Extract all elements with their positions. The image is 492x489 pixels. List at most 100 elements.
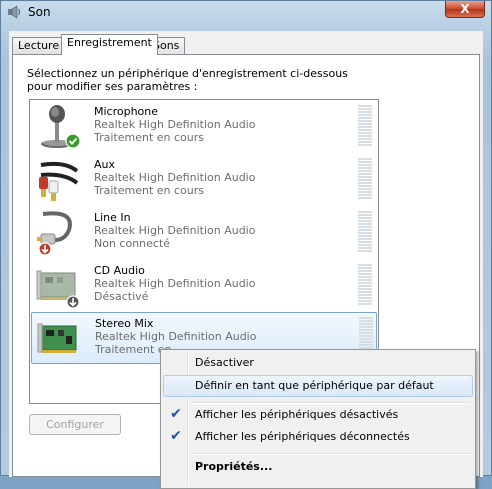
device-status: Non connecté <box>94 237 171 250</box>
meter-segment <box>359 320 373 322</box>
meter-segment <box>358 235 372 237</box>
meter-segment <box>358 214 372 216</box>
device-item-microphone[interactable]: Microphone Realtek High Definition Audio… <box>31 101 377 153</box>
meter-segment <box>358 229 372 231</box>
device-name: Microphone <box>94 105 159 118</box>
window-title: Son <box>28 5 51 19</box>
sound-card-icon <box>37 323 77 353</box>
title-bar[interactable]: Son X <box>1 1 491 25</box>
menu-item-label: Définir en tant que périphérique par déf… <box>195 379 434 392</box>
level-meter <box>358 158 372 202</box>
meter-segment <box>358 179 372 181</box>
jack-cable-icon <box>37 211 72 256</box>
device-name: Stereo Mix <box>95 317 154 330</box>
meter-segment <box>358 279 372 281</box>
meter-segment <box>358 123 372 125</box>
meter-segment <box>358 176 372 178</box>
meter-segment <box>359 329 373 331</box>
device-driver: Realtek High Definition Audio <box>94 171 256 184</box>
device-item-aux[interactable]: Aux Realtek High Definition Audio Traite… <box>31 154 377 206</box>
meter-segment <box>359 326 373 328</box>
menu-item-label: Désactiver <box>195 356 254 369</box>
meter-segment <box>358 217 372 219</box>
menu-item-properties[interactable]: Propriétés... <box>163 456 473 478</box>
device-status: Désactivé <box>94 290 149 303</box>
meter-segment <box>358 297 372 299</box>
level-meter <box>358 211 372 255</box>
meter-segment <box>358 300 372 302</box>
meter-segment <box>358 291 372 293</box>
meter-segment <box>358 250 372 252</box>
meter-segment <box>358 126 372 128</box>
meter-segment <box>358 129 372 131</box>
device-item-line-in[interactable]: Line In Realtek High Definition Audio No… <box>31 207 377 259</box>
green-check-badge <box>65 133 81 149</box>
device-context-menu: Désactiver Définir en tant que périphéri… <box>160 349 476 489</box>
meter-segment <box>359 323 373 325</box>
meter-segment <box>358 164 372 166</box>
meter-segment <box>358 273 372 275</box>
meter-segment <box>358 135 372 137</box>
device-driver: Realtek High Definition Audio <box>94 224 256 237</box>
meter-segment <box>358 105 372 107</box>
menu-separator <box>191 453 471 455</box>
meter-segment <box>358 117 372 119</box>
rca-cable-icon <box>39 161 79 201</box>
menu-item-desactiver[interactable]: Désactiver <box>163 352 473 374</box>
meter-segment <box>358 141 372 143</box>
meter-segment <box>358 120 372 122</box>
meter-segment <box>358 182 372 184</box>
menu-item-label: Afficher les périphériques désactivés <box>195 408 399 421</box>
sound-card-icon <box>36 270 80 309</box>
meter-segment <box>358 170 372 172</box>
meter-segment <box>358 244 372 246</box>
meter-segment <box>359 335 373 337</box>
device-driver: Realtek High Definition Audio <box>95 330 257 343</box>
meter-segment <box>358 132 372 134</box>
meter-segment <box>358 185 372 187</box>
menu-item-show-disconnected[interactable]: ✔ Afficher les périphériques déconnectés <box>163 426 473 448</box>
speaker-icon <box>8 5 20 19</box>
meter-segment <box>358 267 372 269</box>
meter-segment <box>358 114 372 116</box>
meter-segment <box>358 270 372 272</box>
device-driver: Realtek High Definition Audio <box>94 118 256 131</box>
meter-segment <box>358 226 372 228</box>
meter-segment <box>358 241 372 243</box>
close-icon: X <box>460 2 470 16</box>
meter-segment <box>359 317 373 319</box>
device-status: Traitement en cours <box>94 184 205 197</box>
device-driver: Realtek High Definition Audio <box>94 277 256 290</box>
meter-segment <box>358 111 372 113</box>
instruction-text: Sélectionnez un périphérique d'enregistr… <box>27 67 348 93</box>
menu-item-label: Propriétés... <box>195 460 273 473</box>
close-button[interactable]: X <box>445 1 485 18</box>
meter-segment <box>358 158 372 160</box>
meter-segment <box>358 288 372 290</box>
meter-segment <box>358 282 372 284</box>
tab-enregistrement[interactable]: Enregistrement <box>61 34 158 55</box>
device-name: CD Audio <box>94 264 145 277</box>
meter-segment <box>358 285 372 287</box>
meter-segment <box>358 211 372 213</box>
meter-segment <box>358 232 372 234</box>
menu-item-set-default[interactable]: Définir en tant que périphérique par déf… <box>163 375 473 397</box>
menu-item-show-disabled[interactable]: ✔ Afficher les périphériques désactivés <box>163 404 473 426</box>
level-meter <box>358 264 372 308</box>
device-item-cd-audio[interactable]: CD Audio Realtek High Definition Audio D… <box>31 260 377 312</box>
meter-segment <box>358 247 372 249</box>
tab-lecture[interactable]: Lecture <box>12 37 66 54</box>
menu-item-label: Afficher les périphériques déconnectés <box>195 430 410 443</box>
meter-segment <box>358 191 372 193</box>
meter-segment <box>359 341 373 343</box>
meter-segment <box>358 161 372 163</box>
meter-segment <box>358 188 372 190</box>
checkmark-icon: ✔ <box>170 406 182 422</box>
device-name: Aux <box>94 158 116 171</box>
red-down-arrow-badge <box>38 242 52 256</box>
configure-button[interactable]: Configurer <box>29 414 121 435</box>
checkmark-icon: ✔ <box>170 428 182 444</box>
meter-segment <box>358 238 372 240</box>
tab-label: Lecture <box>18 39 60 52</box>
meter-segment <box>358 264 372 266</box>
